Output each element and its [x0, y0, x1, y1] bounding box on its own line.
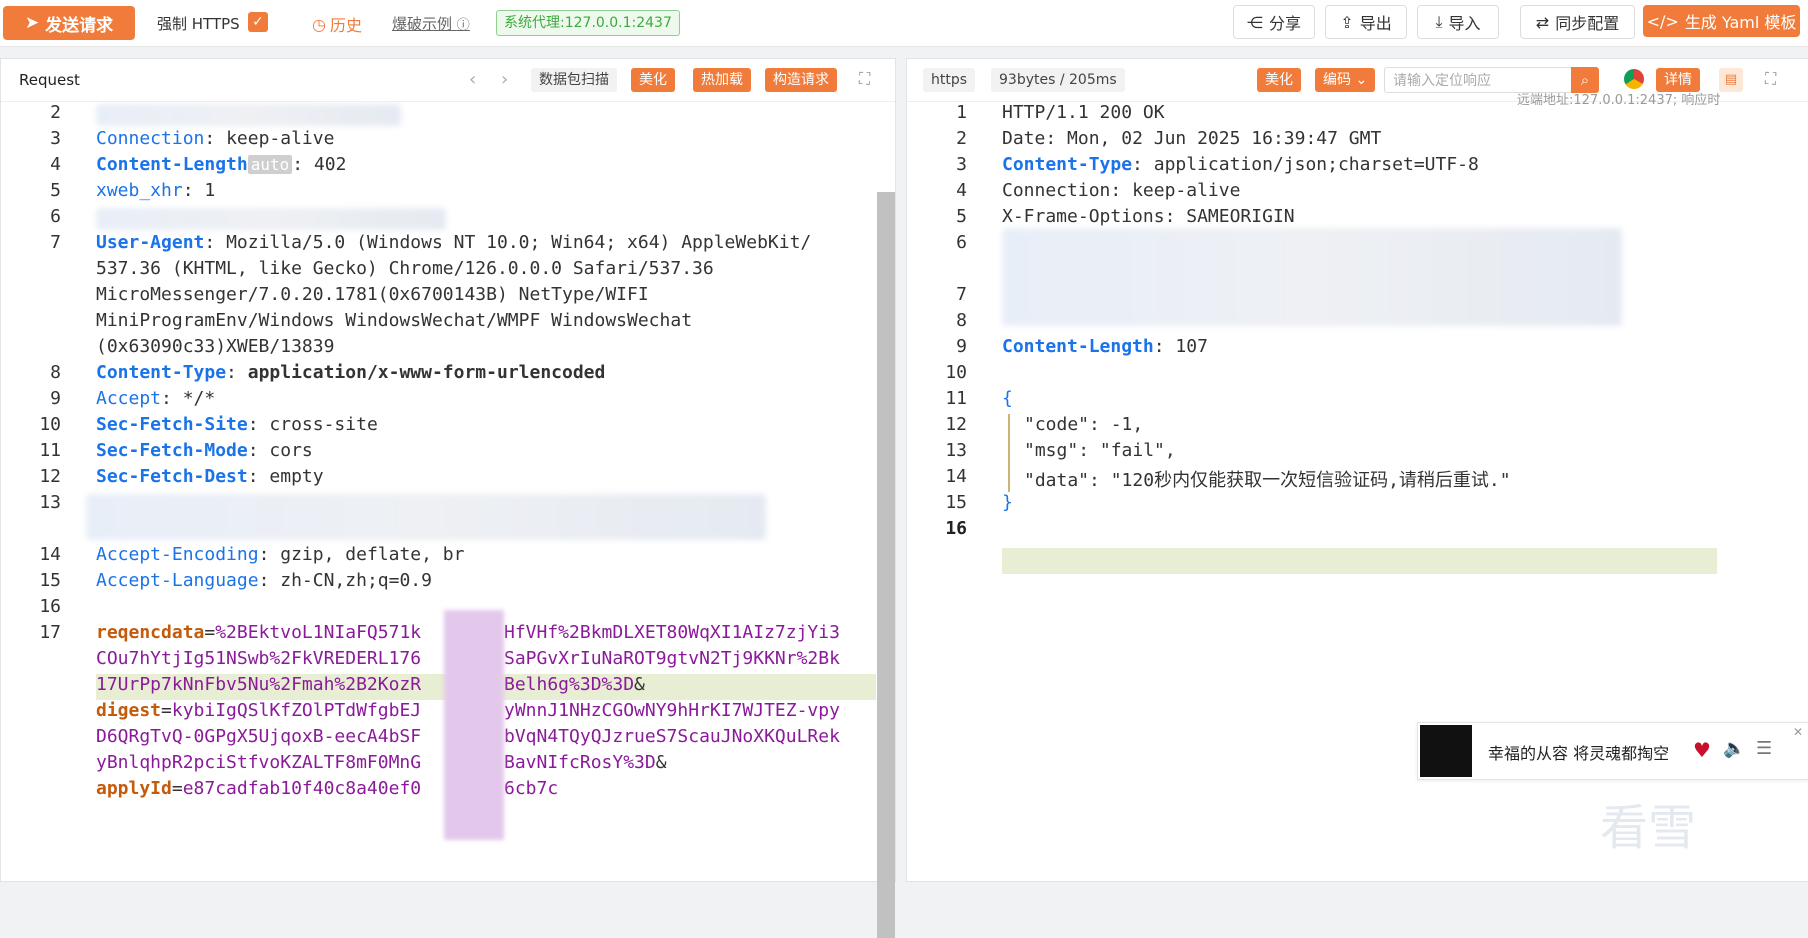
request-toolbar: Request ‹ › 数据包扫描 美化 热加载 构造请求 ⛶ [1, 59, 895, 102]
code-line: 4 Content-Length auto: 402 [50, 154, 347, 175]
redacted-block [96, 208, 446, 230]
chevron-down-icon: ⌄ [1355, 72, 1368, 88]
packet-scan-button[interactable]: 数据包扫描 [531, 68, 617, 92]
send-icon: ➤ [24, 13, 40, 33]
beautify-response-button[interactable]: 美化 [1257, 68, 1301, 92]
chevron-right-icon[interactable]: › [501, 69, 508, 90]
current-line-highlight [1002, 548, 1717, 574]
check-icon: ✓ [252, 14, 264, 30]
redacted-block [86, 494, 766, 540]
comment-icon[interactable]: ▤ [1719, 68, 1743, 92]
chevron-left-icon[interactable]: ‹ [469, 69, 476, 90]
code-line: 2 Date: Mon, 02 Jun 2025 16:39:47 GMT [956, 128, 1382, 149]
redacted-strip [444, 610, 504, 840]
indent-guide [1008, 414, 1010, 492]
sync-config-button[interactable]: ⇄ 同步配置 [1520, 5, 1635, 39]
hot-load-button[interactable]: 热加载 [693, 68, 751, 92]
code-line: 12 "code": -1, [945, 414, 1144, 435]
code-icon: </> [1646, 11, 1679, 31]
code-line: 11 Sec-Fetch-Mode: cors [39, 440, 313, 461]
scheme-tag: https [923, 68, 976, 92]
code-line: 3 Content-Type: application/json;charset=… [956, 154, 1479, 175]
history-button[interactable]: ◷ 历史 [312, 12, 362, 36]
music-player-popup[interactable]: 幸福的从容 将灵魂都掏空 ♥ 🔈 ☰ ✕ [1417, 722, 1808, 780]
expand-icon[interactable]: ⛶ [859, 69, 870, 89]
code-line: 5 X-Frame-Options: SAMEORIGIN [956, 206, 1295, 227]
clock-icon: ◷ [312, 14, 326, 34]
request-editor[interactable]: 2 3 Connection: keep-alive 4 Content-Len… [1, 102, 895, 881]
import-icon: ⤓ [1435, 12, 1443, 31]
song-title: 幸福的从容 将灵魂都掏空 [1488, 744, 1670, 763]
album-cover [1420, 725, 1472, 777]
size-time-tag: 93bytes / 205ms [991, 68, 1125, 92]
encoding-dropdown[interactable]: 编码 ⌄ [1315, 68, 1376, 92]
top-toolbar: ➤ 发送请求 强制 HTTPS ✓ ◷ 历史 爆破示例 ⓘ 系统代理:127.0… [0, 0, 1808, 47]
share-button[interactable]: ⋲ 分享 [1233, 5, 1315, 39]
code-line: 3 Connection: keep-alive [50, 128, 335, 149]
system-proxy-badge: 系统代理:127.0.0.1:2437 [496, 10, 680, 36]
sync-icon: ⇄ [1535, 12, 1550, 32]
beautify-request-button[interactable]: 美化 [631, 68, 675, 92]
export-button[interactable]: ⇪ 导出 [1325, 5, 1407, 39]
request-title: Request [19, 71, 80, 89]
send-request-button[interactable]: ➤ 发送请求 [3, 6, 135, 40]
code-line: 10 [945, 362, 967, 383]
code-line: 11{ [945, 388, 1013, 409]
code-line: 15} [945, 492, 1013, 513]
import-button[interactable]: ⤓ 导入 [1417, 5, 1499, 39]
close-icon[interactable]: ✕ [1793, 725, 1803, 739]
force-https-label: 强制 HTTPS [157, 15, 240, 33]
code-line: 14 Accept-Encoding: gzip, deflate, br [39, 544, 465, 565]
code-line: 13 "msg": "fail", [945, 440, 1176, 461]
generate-yaml-button[interactable]: </> 生成 Yaml 模板 [1643, 5, 1800, 37]
code-line: 12 Sec-Fetch-Dest: empty [39, 466, 324, 487]
code-line: 7 User-Agent: Mozilla/5.0 (Windows NT 10… [50, 232, 812, 253]
code-line: 14 "data": "120秒内仅能获取一次短信验证码,请稍后重试." [945, 466, 1511, 491]
playlist-icon[interactable]: ☰ [1756, 738, 1772, 759]
bruteforce-example-link[interactable]: 爆破示例 ⓘ [392, 13, 470, 34]
export-icon: ⇪ [1340, 12, 1354, 32]
force-https-checkbox[interactable]: ✓ [248, 12, 268, 32]
build-request-button[interactable]: 构造请求 [765, 68, 837, 92]
help-icon: ⓘ [456, 18, 470, 33]
redacted-block [96, 104, 401, 126]
share-icon: ⋲ [1246, 12, 1263, 32]
code-line: 9 Content-Length: 107 [956, 336, 1208, 357]
expand-icon[interactable]: ⛶ [1765, 69, 1776, 89]
watermark-text: 看雪 [1600, 800, 1697, 856]
heart-icon[interactable]: ♥ [1693, 738, 1711, 762]
volume-icon[interactable]: 🔈 [1723, 738, 1745, 759]
request-scrollbar[interactable] [877, 192, 895, 938]
code-line: 8 Content-Type: application/x-www-form-u… [50, 362, 606, 383]
code-line: 10 Sec-Fetch-Site: cross-site [39, 414, 378, 435]
code-line: 5 xweb_xhr: 1 [50, 180, 216, 201]
remote-address-info: 远端地址:127.0.0.1:2437; 响应时 [1517, 93, 1721, 108]
code-line: 4 Connection: keep-alive [956, 180, 1241, 201]
request-panel: Request ‹ › 数据包扫描 美化 热加载 构造请求 ⛶ 2 3 Conn… [0, 58, 896, 938]
code-line: 16 [945, 518, 967, 539]
auto-tag: auto [247, 155, 293, 174]
chrome-icon[interactable] [1624, 69, 1644, 89]
code-line: 7 [956, 284, 967, 305]
code-line: 15 Accept-Language: zh-CN,zh;q=0.9 [39, 570, 432, 591]
code-line: 8 [956, 310, 967, 331]
code-line: 9 Accept: */* [50, 388, 216, 409]
